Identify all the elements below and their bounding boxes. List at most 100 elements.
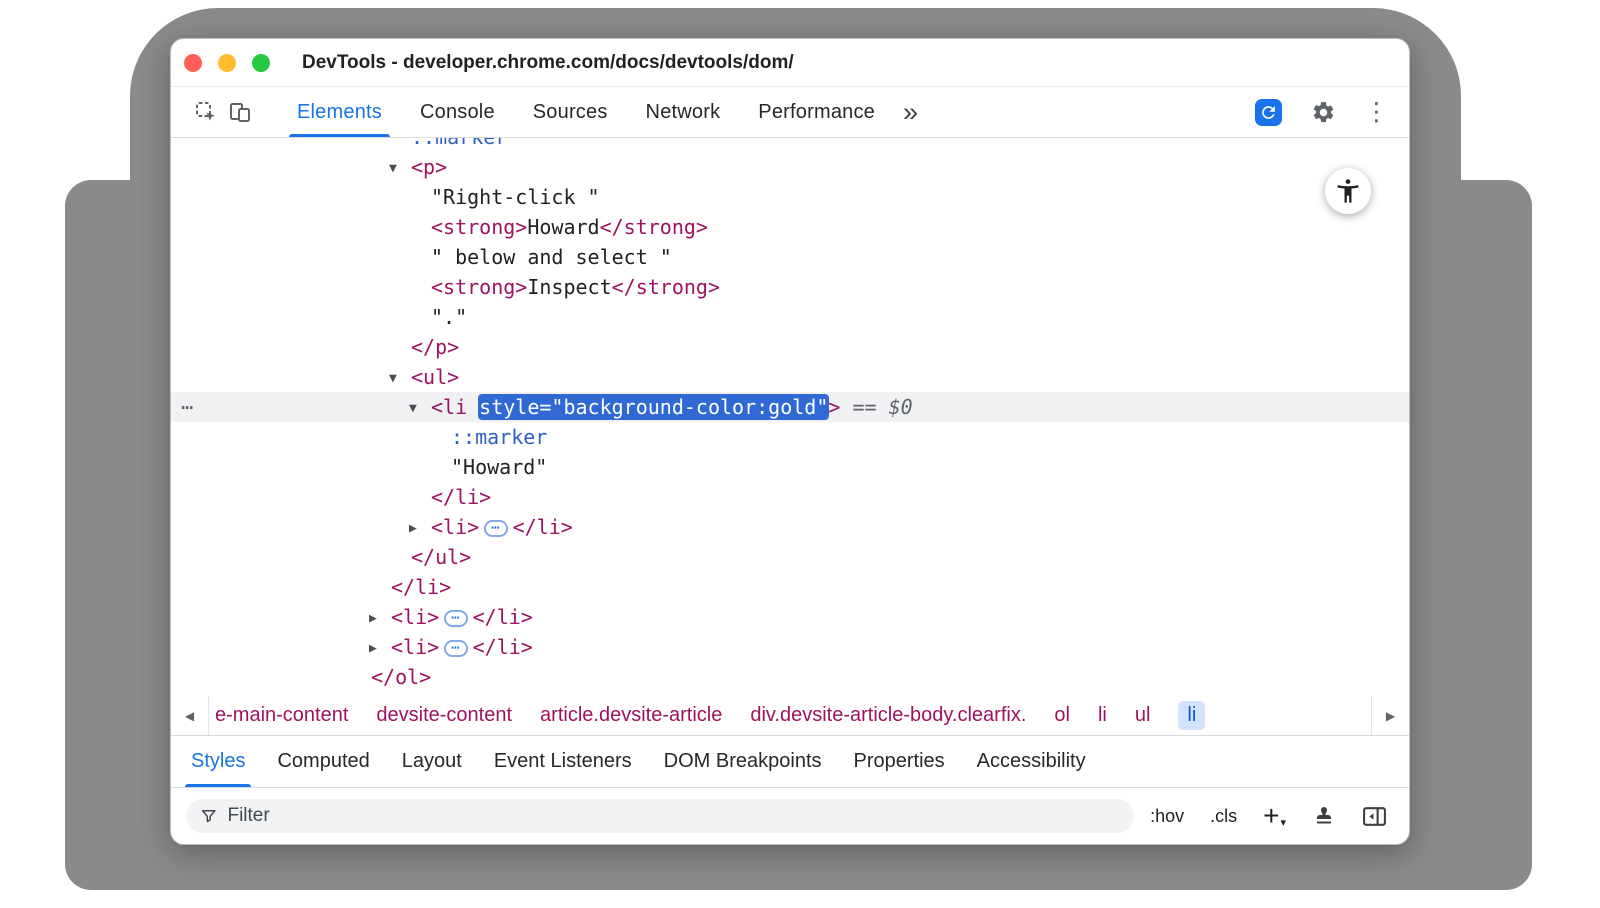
dom-token-plain [877, 395, 889, 419]
dom-tree-row[interactable]: ▼<ul> [171, 362, 1409, 392]
zoom-button[interactable] [252, 54, 270, 72]
sidebar-tab-dom-breakpoints[interactable]: DOM Breakpoints [648, 736, 838, 787]
main-toolbar: ElementsConsoleSourcesNetworkPerformance… [171, 87, 1409, 138]
tab-performance[interactable]: Performance [742, 87, 891, 137]
dom-tree: ::marker▼<p>"Right-click "<strong>Howard… [171, 138, 1409, 692]
dom-tree-row[interactable]: ▶<li>⋯</li> [171, 632, 1409, 662]
elements-panel: ::marker▼<p>"Right-click "<strong>Howard… [171, 138, 1409, 696]
collapsed-content-button[interactable]: ⋯ [444, 640, 467, 657]
sidebar-tab-properties[interactable]: Properties [838, 736, 961, 787]
dom-token-anchor: $0 [889, 395, 913, 419]
sidebar-tab-layout[interactable]: Layout [386, 736, 478, 787]
breadcrumb-scroll-right-icon[interactable]: ▶ [1371, 696, 1409, 735]
class-toggle-button[interactable]: .cls [1210, 806, 1237, 827]
dom-token-tag: <li> [391, 605, 439, 629]
devtools-window: DevTools - developer.chrome.com/docs/dev… [170, 38, 1410, 845]
dom-token-tag: </li> [513, 515, 573, 539]
breadcrumb-item[interactable]: div.devsite-article-body.clearfix. [750, 704, 1026, 727]
settings-gear-icon[interactable] [1306, 95, 1340, 129]
dom-tree-row[interactable]: ⋯▼<li style="background-color:gold"> == … [171, 392, 1409, 422]
dom-tree-row[interactable]: </ul> [171, 542, 1409, 572]
dom-token-tag: </li> [391, 575, 451, 599]
tab-network[interactable]: Network [630, 87, 737, 137]
accessibility-person-icon [1334, 177, 1362, 205]
breadcrumb-item[interactable]: ul [1135, 704, 1151, 727]
dom-tree-row[interactable]: ::marker [171, 422, 1409, 452]
dom-tree-row[interactable]: ▶<li>⋯</li> [171, 512, 1409, 542]
sidebar-tabs: StylesComputedLayoutEvent ListenersDOM B… [171, 736, 1409, 788]
dom-tree-row[interactable]: " below and select " [171, 242, 1409, 272]
dom-token-tag: <li [431, 395, 479, 419]
breadcrumb: ◀ e-main-content devsite-content article.d… [171, 696, 1409, 736]
dom-tree-row[interactable]: <strong>Inspect</strong> [171, 272, 1409, 302]
minimize-button[interactable] [218, 54, 236, 72]
toggle-sidebar-icon[interactable] [1362, 806, 1387, 827]
tab-console[interactable]: Console [404, 87, 511, 137]
breadcrumb-item[interactable]: li [1178, 701, 1205, 730]
filter-field[interactable] [186, 799, 1134, 833]
window-title: DevTools - developer.chrome.com/docs/dev… [302, 52, 794, 74]
dom-token-text: Inspect [527, 275, 611, 299]
dom-token-tag: <ul> [411, 365, 459, 389]
selected-attribute[interactable]: style="background-color:gold" [479, 395, 828, 419]
inspect-icon[interactable] [189, 95, 223, 129]
page-background: DevTools - developer.chrome.com/docs/dev… [0, 0, 1600, 908]
dom-token-text: "Howard" [451, 455, 547, 479]
breadcrumb-item[interactable]: li [1098, 704, 1107, 727]
device-toolbar-icon[interactable] [223, 95, 257, 129]
dom-tree-row[interactable]: </ol> [171, 662, 1409, 692]
dom-tree-row[interactable]: </p> [171, 332, 1409, 362]
accessibility-button[interactable] [1325, 168, 1371, 214]
dom-tree-row[interactable]: ::marker [171, 138, 1409, 152]
dom-token-tag: <p> [411, 155, 447, 179]
new-style-rule-button[interactable]: + ▾ [1263, 802, 1286, 830]
disclosure-down-icon[interactable]: ▼ [389, 154, 411, 184]
row-actions-icon[interactable]: ⋯ [181, 392, 194, 422]
breadcrumb-scroll-left-icon[interactable]: ◀ [171, 696, 209, 735]
disclosure-right-icon[interactable]: ▶ [369, 604, 391, 634]
plus-icon: + [1263, 802, 1279, 830]
tab-elements[interactable]: Elements [281, 87, 398, 137]
dom-tree-row[interactable]: "Right-click " [171, 182, 1409, 212]
close-button[interactable] [184, 54, 202, 72]
dom-tree-row[interactable]: ▼<p> [171, 152, 1409, 182]
stamp-icon[interactable] [1312, 804, 1336, 828]
dom-token-tag: <strong> [431, 275, 527, 299]
dom-tree-row[interactable]: "." [171, 302, 1409, 332]
dom-token-tag: </strong> [600, 215, 708, 239]
dom-tree-row[interactable]: </li> [171, 572, 1409, 602]
chevron-down-icon: ▾ [1280, 818, 1286, 829]
dom-token-tag: </p> [411, 335, 459, 359]
breadcrumb-item[interactable]: devsite-content [376, 704, 512, 727]
filter-input[interactable] [227, 805, 1120, 827]
disclosure-right-icon[interactable]: ▶ [409, 514, 431, 544]
dom-tree-row[interactable]: "Howard" [171, 452, 1409, 482]
tab-sources[interactable]: Sources [517, 87, 624, 137]
disclosure-down-icon[interactable]: ▼ [409, 394, 431, 424]
more-tabs-button[interactable]: » [903, 99, 918, 126]
collapsed-content-button[interactable]: ⋯ [484, 520, 507, 537]
sidebar-tab-event-listeners[interactable]: Event Listeners [478, 736, 648, 787]
disclosure-right-icon[interactable]: ▶ [369, 634, 391, 664]
sidebar-tab-accessibility[interactable]: Accessibility [961, 736, 1102, 787]
breadcrumb-item[interactable]: e-main-content [215, 704, 348, 727]
dom-token-tag: </ul> [411, 545, 471, 569]
dom-token-tag: </strong> [612, 275, 720, 299]
disclosure-down-icon[interactable]: ▼ [389, 364, 411, 394]
dom-token-tag: <strong> [431, 215, 527, 239]
breadcrumb-item[interactable]: article.devsite-article [540, 704, 722, 727]
collapsed-content-button[interactable]: ⋯ [444, 610, 467, 627]
dom-token-text: "." [431, 305, 467, 329]
breadcrumb-item[interactable]: ol [1054, 704, 1070, 727]
sidebar-tab-computed[interactable]: Computed [261, 736, 385, 787]
dom-token-tag: <li> [391, 635, 439, 659]
menu-dots-icon[interactable]: ⋮ [1364, 100, 1389, 125]
sidebar-tab-styles[interactable]: Styles [175, 736, 261, 787]
dom-token-pseudo: ::marker [451, 425, 547, 449]
dom-tree-row[interactable]: <strong>Howard</strong> [171, 212, 1409, 242]
dom-token-text: " below and select " [431, 245, 672, 269]
refresh-icon[interactable] [1255, 99, 1282, 126]
dom-tree-row[interactable]: ▶<li>⋯</li> [171, 602, 1409, 632]
element-state-button[interactable]: :hov [1150, 806, 1184, 827]
dom-tree-row[interactable]: </li> [171, 482, 1409, 512]
